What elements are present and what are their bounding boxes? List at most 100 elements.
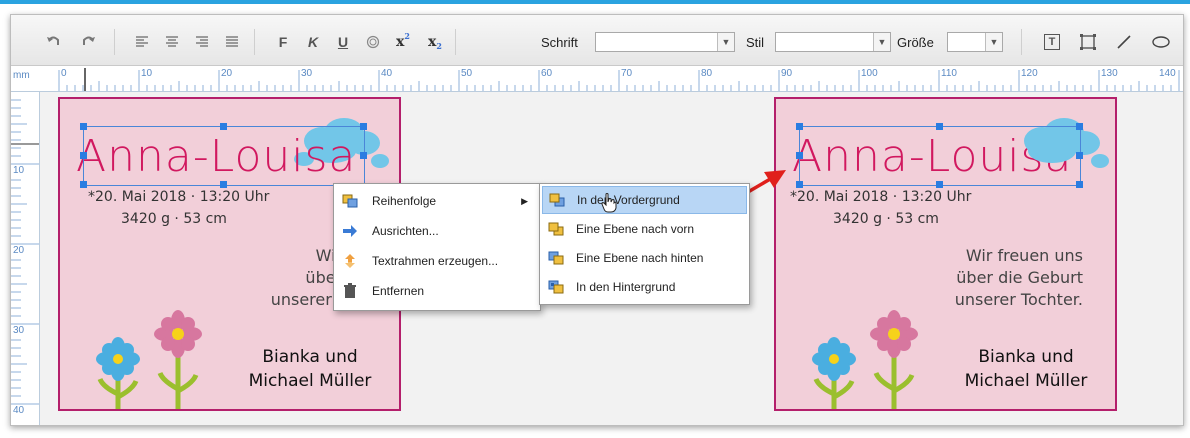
redo-icon[interactable] xyxy=(77,31,101,53)
menu-item-reihenfolge[interactable]: Reihenfolge ▶ xyxy=(334,186,540,216)
resize-handle[interactable] xyxy=(936,123,943,130)
resize-handle[interactable] xyxy=(1076,123,1083,130)
subscript-button[interactable]: x2 xyxy=(423,31,447,53)
ruler-tick-label: 40 xyxy=(381,68,393,79)
send-to-back-icon xyxy=(548,279,564,295)
resize-handle[interactable] xyxy=(936,181,943,188)
outline-icon[interactable] xyxy=(363,31,383,53)
order-submenu: In den Vordergrund Eine Ebene nach vorn … xyxy=(539,183,750,305)
resize-handle[interactable] xyxy=(1076,152,1083,159)
selection-frame[interactable] xyxy=(83,126,365,186)
chevron-down-icon[interactable]: ▼ xyxy=(717,33,734,51)
ruler-tick-label: 120 xyxy=(1021,68,1038,79)
parents-names: Bianka und Michael Müller xyxy=(936,345,1115,393)
text-frame-tool[interactable]: T xyxy=(1041,31,1063,53)
submenu-item-hintergrund[interactable]: In den Hintergrund xyxy=(542,273,747,301)
birth-date: *20. Mai 2018 · 13:20 Uhr xyxy=(88,189,270,205)
vruler-ticks xyxy=(11,99,39,405)
parents-line: Bianka und xyxy=(978,347,1074,367)
message-line: unserer Tochter. xyxy=(954,290,1083,309)
ruler-tick-label: 110 xyxy=(941,68,957,79)
line-tool-icon[interactable] xyxy=(1113,31,1135,53)
chevron-down-icon[interactable]: ▼ xyxy=(873,33,890,51)
menu-item-ausrichten[interactable]: Ausrichten... xyxy=(334,216,540,246)
ellipse-tool-icon[interactable] xyxy=(1149,31,1173,53)
resize-handle[interactable] xyxy=(80,152,87,159)
card-after[interactable]: Anna-Louisa *20. Mai 2018 · 13:20 Uhr 34… xyxy=(774,97,1117,411)
size-select[interactable]: ▼ xyxy=(947,32,1003,52)
toolbar: F K U x2 x2 Schrift ▼ Stil ▼ Größe ▼ T xyxy=(11,15,1183,66)
menu-item-label: Entfernen xyxy=(372,284,425,298)
menu-item-label: In den Vordergrund xyxy=(577,193,680,207)
selection-frame[interactable] xyxy=(799,126,1081,186)
resize-handle[interactable] xyxy=(1076,181,1083,188)
birth-weight: 3420 g · 53 cm xyxy=(121,211,227,227)
message-line: Wir freuen uns xyxy=(965,246,1083,265)
bold-button[interactable]: F xyxy=(273,31,293,53)
text-frame-icon: T xyxy=(1044,34,1060,50)
align-left-icon[interactable] xyxy=(131,31,153,53)
bring-forward-icon xyxy=(548,221,564,237)
ruler-tick-label: 30 xyxy=(301,68,313,79)
resize-handle[interactable] xyxy=(220,123,227,130)
align-right-icon[interactable] xyxy=(191,31,213,53)
menu-item-label: Ausrichten... xyxy=(372,224,439,238)
underline-button[interactable]: U xyxy=(333,31,353,53)
subscript-glyph: x xyxy=(428,34,437,50)
menu-item-label: Eine Ebene nach vorn xyxy=(576,222,695,236)
menu-item-entfernen[interactable]: Entfernen xyxy=(334,276,540,306)
italic-button[interactable]: K xyxy=(303,31,323,53)
submenu-item-vordergrund[interactable]: In den Vordergrund xyxy=(542,186,747,214)
vertical-ruler: 10 20 30 40 xyxy=(11,92,40,425)
flowers-icon xyxy=(812,310,918,409)
resize-handle[interactable] xyxy=(796,123,803,130)
submenu-arrow-icon: ▶ xyxy=(521,195,528,206)
vruler-tick-label: 10 xyxy=(13,165,25,176)
ruler-tick-label: 80 xyxy=(701,68,713,79)
ruler-tick-label: 140 xyxy=(1159,68,1176,79)
style-select[interactable]: ▼ xyxy=(775,32,891,52)
cursor-hand-icon xyxy=(601,193,617,213)
toolbar-separator xyxy=(1021,29,1022,55)
resize-handle[interactable] xyxy=(220,181,227,188)
bring-to-front-icon xyxy=(549,192,565,208)
message-line: über die Geburt xyxy=(956,268,1083,287)
context-menu: Reihenfolge ▶ Ausrichten... Textrahmen e… xyxy=(333,183,541,311)
resize-handle[interactable] xyxy=(360,123,367,130)
birth-weight: 3420 g · 53 cm xyxy=(833,211,939,227)
submenu-item-ebene-vorn[interactable]: Eine Ebene nach vorn xyxy=(542,215,747,243)
resize-handle[interactable] xyxy=(80,181,87,188)
submenu-item-ebene-hinten[interactable]: Eine Ebene nach hinten xyxy=(542,244,747,272)
resize-handle[interactable] xyxy=(796,181,803,188)
ruler-tick-label: 20 xyxy=(221,68,233,79)
align-center-icon[interactable] xyxy=(161,31,183,53)
font-select[interactable]: ▼ xyxy=(595,32,735,52)
superscript-mark: 2 xyxy=(404,31,410,41)
resize-handle[interactable] xyxy=(360,152,367,159)
stil-label: Stil xyxy=(746,35,765,50)
resize-handle[interactable] xyxy=(796,152,803,159)
chevron-down-icon[interactable]: ▼ xyxy=(985,33,1002,51)
subscript-mark: 2 xyxy=(436,41,442,51)
parents-line: Bianka und xyxy=(262,347,358,367)
arrow-right-icon xyxy=(342,223,358,239)
superscript-button[interactable]: x2 xyxy=(391,31,415,53)
undo-icon[interactable] xyxy=(41,31,65,53)
ruler-tick-label: 50 xyxy=(461,68,473,79)
trash-icon xyxy=(342,283,358,299)
menu-item-label: Reihenfolge xyxy=(372,194,437,208)
menu-item-label: In den Hintergrund xyxy=(576,280,676,294)
ruler-tick-label: 130 xyxy=(1101,68,1118,79)
vruler-tick-label: 40 xyxy=(13,405,25,416)
message-text: Wir freuen uns über die Geburt unserer T… xyxy=(863,245,1083,311)
rectangle-icon[interactable] xyxy=(1077,31,1099,53)
ruler-tick-label: 100 xyxy=(861,68,878,79)
editor-window: F K U x2 x2 Schrift ▼ Stil ▼ Größe ▼ T m… xyxy=(10,14,1184,426)
menu-item-textrahmen[interactable]: Textrahmen erzeugen... xyxy=(334,246,540,276)
ruler-tick-label: 10 xyxy=(141,68,153,79)
parents-line: Michael Müller xyxy=(248,371,372,391)
send-backward-icon xyxy=(548,250,564,266)
justify-icon[interactable] xyxy=(221,31,243,53)
superscript-glyph: x xyxy=(396,34,405,50)
resize-handle[interactable] xyxy=(80,123,87,130)
